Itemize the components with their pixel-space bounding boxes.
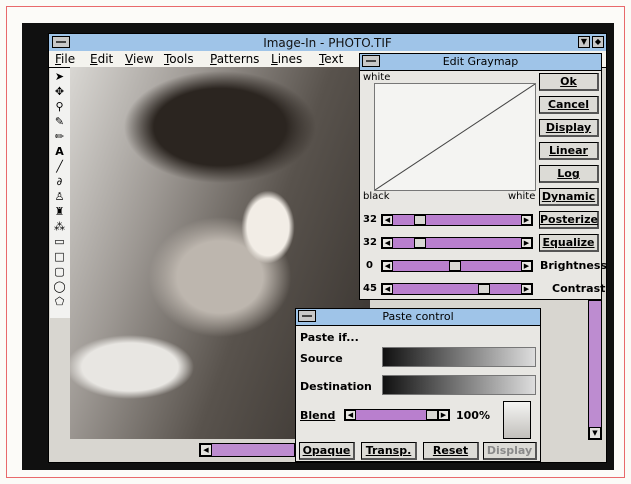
contrast-left-arrow-icon[interactable]: ◀ (382, 284, 393, 294)
cancel-button[interactable]: Cancel (539, 96, 599, 114)
source-label: Source (300, 352, 343, 365)
ellipse-icon[interactable]: ◯ (52, 280, 67, 294)
slider-2[interactable]: ◀ ▶ (381, 237, 533, 249)
slider-2-thumb[interactable] (413, 238, 426, 248)
restore-icon[interactable]: ◆ (592, 36, 604, 48)
graymap-line (375, 84, 535, 190)
brightness-slider[interactable]: ◀ ▶ (381, 260, 533, 272)
opaque-button[interactable]: Opaque (299, 442, 355, 460)
graymap-white-top-label: white (363, 72, 391, 83)
contrast-thumb[interactable] (477, 284, 490, 294)
slider-2-left-arrow-icon[interactable]: ◀ (382, 238, 393, 248)
blend-label: Blend (300, 409, 336, 422)
blend-right-arrow-icon[interactable]: ▶ (438, 410, 449, 420)
minimize-icon[interactable]: ▼ (578, 36, 590, 48)
brush-icon[interactable]: ♜ (52, 205, 67, 219)
blend-value: 100% (456, 409, 490, 422)
blend-slider[interactable]: ◀ ▶ (344, 409, 450, 421)
paste-display-button[interactable]: Display (483, 442, 537, 460)
edit-graymap-dialog: Edit Graymap white black white Ok Cancel… (359, 53, 607, 300)
eraser-icon[interactable]: ▭ (52, 235, 67, 249)
rounded-rect-icon[interactable]: ▢ (52, 265, 67, 279)
brightness-value: 0 (366, 260, 373, 271)
menu-lines[interactable]: Lines (271, 52, 302, 66)
brightness-label: Brightness (540, 259, 607, 272)
blend-preview (503, 401, 531, 439)
brightness-thumb[interactable] (448, 261, 461, 271)
menu-text[interactable]: Text (319, 52, 343, 66)
menu-view[interactable]: View (125, 52, 153, 66)
spray-icon[interactable]: ⁂ (52, 220, 67, 234)
pencil-icon[interactable]: ✏ (52, 130, 67, 144)
equalize-button[interactable]: Equalize (539, 234, 599, 252)
menu-patterns[interactable]: Patterns (210, 52, 259, 66)
brightness-left-arrow-icon[interactable]: ◀ (382, 261, 393, 271)
zoom-icon[interactable]: ⚲ (52, 100, 67, 114)
ok-button[interactable]: Ok (539, 73, 599, 91)
destination-label: Destination (300, 380, 372, 393)
lasso-icon[interactable]: ∂ (52, 175, 67, 189)
slider-1-left-arrow-icon[interactable]: ◀ (382, 215, 393, 225)
move-icon[interactable]: ✥ (52, 85, 67, 99)
line-icon[interactable]: ╱ (52, 160, 67, 174)
slider-2-right-arrow-icon[interactable]: ▶ (521, 238, 532, 248)
transparent-button[interactable]: Transp. (361, 442, 417, 460)
slider-2-value: 32 (363, 237, 377, 248)
rectangle-icon[interactable]: □ (52, 250, 67, 264)
fill-icon[interactable]: ♙ (52, 190, 67, 204)
window-title: Image-In - PHOTO.TIF (263, 36, 392, 50)
arrow-icon[interactable]: ➤ (52, 70, 67, 84)
contrast-slider[interactable]: ◀ ▶ (381, 283, 533, 295)
source-gradient[interactable] (382, 347, 536, 367)
eyedropper-icon[interactable]: ✎ (52, 115, 67, 129)
blend-thumb[interactable] (426, 410, 438, 420)
reset-button[interactable]: Reset (423, 442, 479, 460)
slider-1-thumb[interactable] (413, 215, 426, 225)
contrast-right-arrow-icon[interactable]: ▶ (521, 284, 532, 294)
graymap-black-label: black (363, 191, 390, 202)
vertical-scrollbar[interactable]: ▼ (588, 300, 602, 440)
brightness-right-arrow-icon[interactable]: ▶ (521, 261, 532, 271)
graymap-white-bottom-label: white (508, 191, 536, 202)
paste-title: Paste control (382, 310, 454, 323)
dynamic-button[interactable]: Dynamic (539, 188, 599, 206)
slider-1[interactable]: ◀ ▶ (381, 214, 533, 226)
slider-1-right-arrow-icon[interactable]: ▶ (521, 215, 532, 225)
posterize-button[interactable]: Posterize (539, 211, 599, 229)
polygon-icon[interactable]: ⬠ (52, 295, 67, 309)
toolbox: ➤ ✥ ⚲ ✎ ✏ A ╱ ∂ ♙ ♜ ⁂ ▭ □ ▢ ◯ ⬠ (50, 68, 71, 318)
menu-file[interactable]: File (55, 52, 75, 66)
graymap-curve[interactable] (374, 83, 536, 191)
scroll-left-icon[interactable]: ◀ (200, 444, 212, 456)
destination-gradient[interactable] (382, 375, 536, 395)
main-titlebar[interactable]: Image-In - PHOTO.TIF ▼ ◆ (49, 34, 606, 52)
log-button[interactable]: Log (539, 165, 599, 183)
paste-if-label: Paste if... (300, 331, 359, 344)
menu-tools[interactable]: Tools (164, 52, 194, 66)
contrast-label: Contrast (552, 282, 606, 295)
slider-1-value: 32 (363, 214, 377, 225)
display-button[interactable]: Display (539, 119, 599, 137)
linear-button[interactable]: Linear (539, 142, 599, 160)
menu-edit[interactable]: Edit (90, 52, 113, 66)
graymap-title: Edit Graymap (442, 55, 519, 68)
contrast-value: 45 (363, 283, 377, 294)
text-icon[interactable]: A (52, 145, 67, 159)
paste-control-dialog: Paste control Paste if... Source Destina… (295, 308, 541, 462)
paste-titlebar[interactable]: Paste control (296, 309, 540, 326)
graymap-titlebar[interactable]: Edit Graymap (360, 54, 601, 71)
scroll-down-icon[interactable]: ▼ (589, 427, 601, 439)
horizontal-scrollbar[interactable]: ◀ (199, 443, 295, 457)
blend-left-arrow-icon[interactable]: ◀ (345, 410, 356, 420)
